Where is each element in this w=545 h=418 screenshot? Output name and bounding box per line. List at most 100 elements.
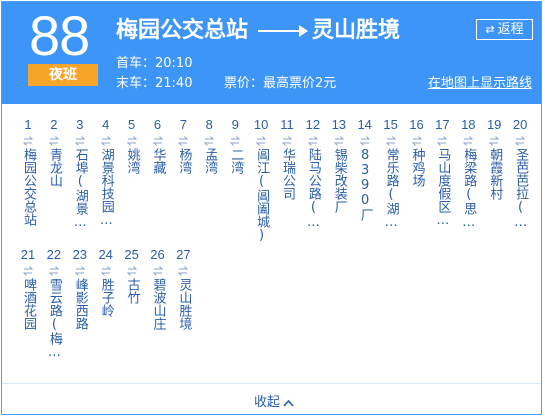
stop-number: 9	[231, 117, 239, 132]
stop-item[interactable]: 7 杨湾	[173, 117, 193, 174]
stop-item[interactable]: 12 陆马公路(…	[303, 117, 323, 230]
direction-swap-icon	[100, 136, 111, 146]
stop-item[interactable]: 25 古竹	[122, 247, 142, 304]
stop-name: 华藏	[150, 148, 166, 174]
direction-swap-icon	[152, 136, 163, 146]
stop-item[interactable]: 22 雪云路(梅…	[44, 247, 64, 360]
stop-name: 胜子岭	[98, 278, 114, 317]
stop-number: 21	[20, 247, 36, 262]
stop-name: 碧波山庄	[150, 278, 166, 330]
stop-name: 梅梁路(思…	[461, 148, 477, 230]
direction-swap-icon	[178, 266, 189, 276]
stop-item[interactable]: 27 灵山胜境	[173, 247, 193, 330]
stop-name: 古竹	[124, 278, 140, 304]
stop-name: 姚湾	[124, 148, 140, 174]
direction-swap-icon	[126, 136, 137, 146]
stop-name: 二湾	[228, 148, 244, 174]
stop-item[interactable]: 18 梅梁路(思…	[458, 117, 478, 230]
stop-name: 朝霞新村	[487, 148, 503, 200]
stop-name: 石埠(湖景…	[72, 148, 88, 230]
stop-item[interactable]: 3 石埠(湖景…	[70, 117, 90, 230]
direction-swap-icon	[463, 136, 474, 146]
collapse-button[interactable]: 收起	[254, 391, 294, 410]
stop-name: 8390厂	[357, 148, 373, 221]
stop-number: 6	[153, 117, 162, 132]
return-trip-button[interactable]: ⇄ 返程	[476, 19, 533, 40]
direction-swap-icon	[48, 136, 59, 146]
stop-name: 峰影西路	[72, 278, 88, 330]
stop-number: 14	[357, 117, 372, 132]
stop-item[interactable]: 15 常乐路(湖…	[381, 117, 401, 230]
route-title: 梅园公交总站 灵山胜境	[116, 16, 400, 46]
stop-item[interactable]: 4 湖景科技园…	[96, 117, 116, 228]
chevron-up-icon	[283, 399, 294, 407]
stop-item[interactable]: 6 华藏	[148, 117, 168, 174]
stop-name: 湖景科技园…	[98, 148, 114, 228]
stop-item[interactable]: 8 孟湾	[199, 117, 219, 174]
direction-swap-icon	[74, 266, 85, 276]
stop-number: 3	[76, 117, 84, 132]
origin-name: 梅园公交总站	[116, 18, 249, 43]
stop-item[interactable]: 5 姚湾	[122, 117, 142, 174]
stop-item[interactable]: 23 峰影西路	[70, 247, 90, 330]
stop-item[interactable]: 26 碧波山庄	[148, 247, 168, 330]
stop-number: 2	[50, 117, 58, 132]
stop-number: 23	[72, 247, 88, 262]
stop-number: 20	[512, 117, 528, 132]
stop-item[interactable]: 13 锡柴改装厂	[329, 117, 349, 213]
last-bus-time: 末车：21:40	[116, 76, 193, 91]
stop-number: 26	[150, 247, 165, 262]
stop-item[interactable]: 11 华瑞公司	[277, 117, 297, 200]
direction-swap-icon	[100, 266, 111, 276]
stop-number: 15	[383, 117, 398, 132]
direction-swap-icon	[230, 136, 241, 146]
stop-item[interactable]: 19 朝霞新村	[484, 117, 504, 200]
swap-icon: ⇄	[485, 23, 495, 36]
stop-name: 华瑞公司	[280, 148, 295, 200]
direction-swap-icon	[282, 136, 292, 146]
stop-number: 1	[24, 117, 32, 132]
first-bus-time: 首车：20:10	[116, 56, 193, 71]
stop-name: 常乐路(湖…	[383, 148, 399, 230]
route-number: 88	[29, 4, 90, 67]
stop-item[interactable]: 24 胜子岭	[96, 247, 116, 317]
stop-number: 24	[98, 247, 113, 262]
direction-swap-icon	[437, 136, 448, 146]
direction-swap-icon	[48, 266, 59, 276]
stop-item[interactable]: 14 8390厂	[355, 117, 375, 221]
stop-number: 17	[435, 117, 450, 132]
stop-item[interactable]: 2 青龙山	[44, 117, 64, 187]
direction-swap-icon	[178, 136, 189, 146]
stop-item[interactable]: 21 啤酒花园	[18, 247, 38, 330]
direction-swap-icon	[23, 266, 33, 276]
stop-number: 10	[253, 117, 269, 132]
stop-number: 13	[331, 117, 347, 132]
stop-name: 雪云路(梅…	[46, 278, 62, 360]
stop-number: 12	[305, 117, 321, 132]
footer: 收起	[2, 383, 541, 415]
stop-name: 梅园公交总站	[21, 148, 36, 226]
direction-swap-icon	[256, 136, 267, 146]
stop-number: 27	[176, 247, 191, 262]
direction-swap-icon	[307, 136, 318, 146]
stop-name: 青龙山	[46, 148, 62, 187]
stop-item[interactable]: 20 圣芭芭拉(…	[510, 117, 530, 230]
stop-number: 22	[46, 247, 62, 262]
stop-number: 25	[124, 247, 139, 262]
stop-name: 种鸡场	[409, 148, 425, 187]
stop-item[interactable]: 9 二湾	[225, 117, 245, 174]
stop-item[interactable]: 1 梅园公交总站	[18, 117, 38, 226]
show-on-map-link[interactable]: 在地图上显示路线	[428, 76, 532, 92]
route-card: 88 夜班 梅园公交总站 灵山胜境 ⇄ 返程 首车：20:10 末车：21:40 票…	[1, 1, 542, 415]
stop-item[interactable]: 10 阊江(阊阖城)	[251, 117, 271, 243]
direction-swap-icon	[515, 136, 526, 146]
night-badge: 夜班	[28, 64, 98, 86]
stop-name: 啤酒花园	[21, 278, 36, 330]
stop-number: 11	[280, 117, 294, 132]
stop-number: 4	[102, 117, 110, 132]
stop-name: 圣芭芭拉(…	[513, 148, 529, 230]
direction-swap-icon	[385, 136, 396, 146]
stop-item[interactable]: 17 马山度假区…	[432, 117, 452, 228]
stop-name: 马山度假区…	[435, 148, 451, 228]
stop-item[interactable]: 16 种鸡场	[407, 117, 427, 187]
